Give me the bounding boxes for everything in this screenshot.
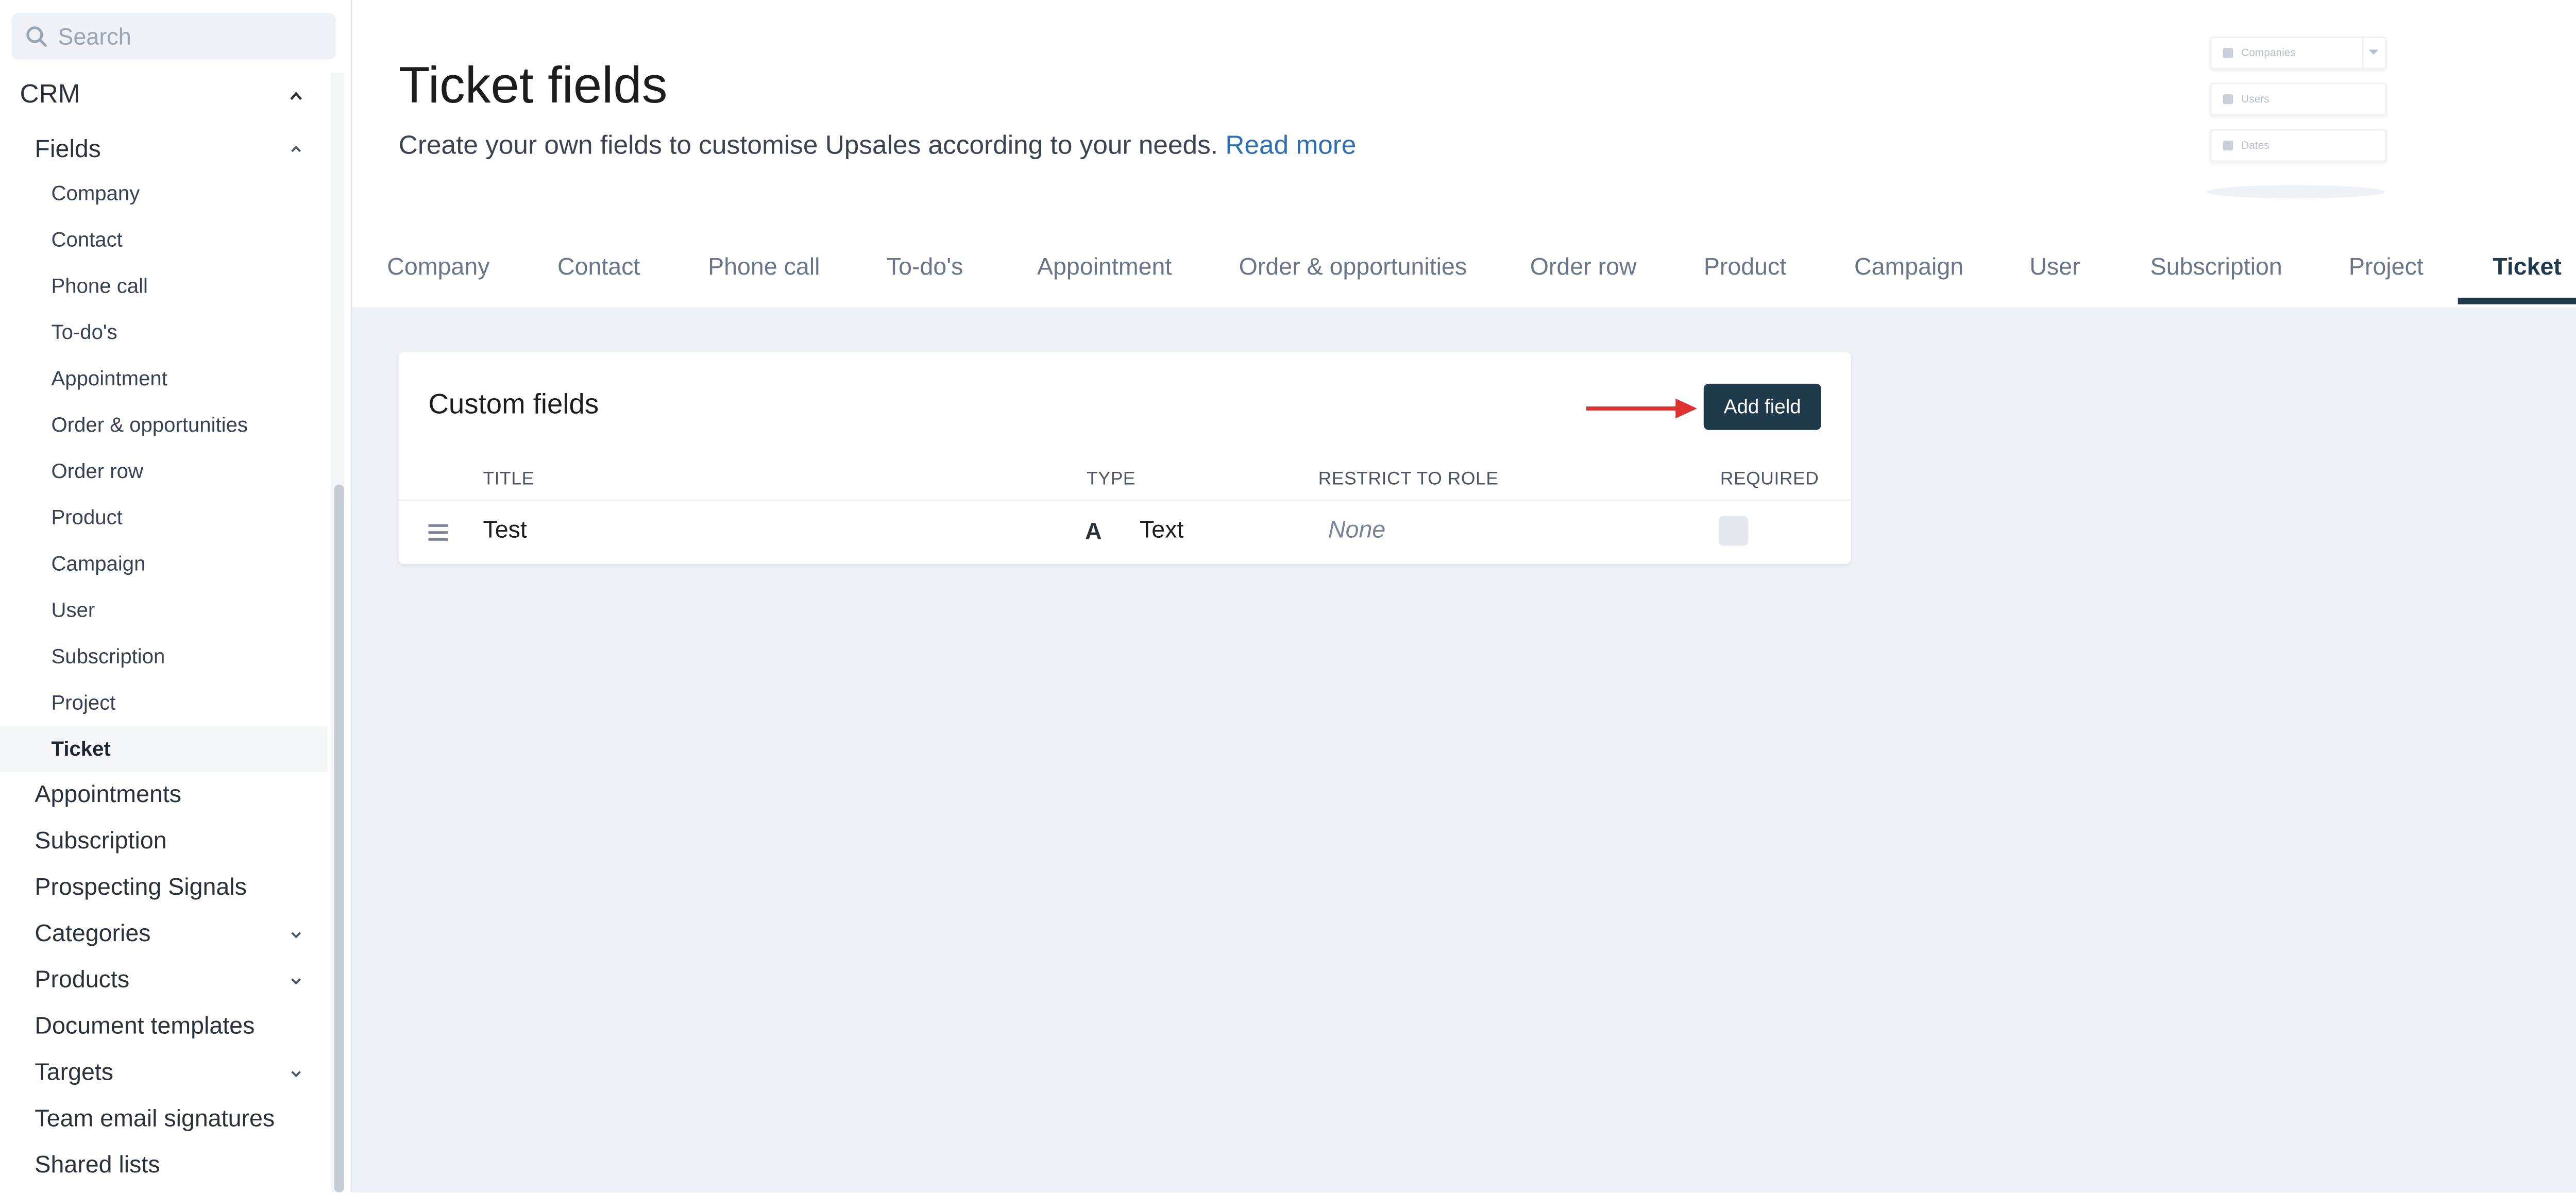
sidebar-scrollbar-thumb[interactable]	[334, 484, 344, 1192]
sidebar-item-label: Appointments	[35, 782, 182, 809]
tab-company[interactable]: Company	[387, 231, 489, 304]
sidebar-item-appointments[interactable]: Appointments	[0, 772, 324, 819]
field-title[interactable]: Test	[483, 518, 527, 544]
sidebar-item-subscription[interactable]: Subscription	[0, 634, 328, 680]
tab-appointment[interactable]: Appointment	[1037, 231, 1172, 304]
field-role[interactable]: None	[1328, 518, 1385, 544]
sidebar-item-company[interactable]: Company	[0, 171, 328, 217]
sidebar-item-user[interactable]: User	[0, 587, 328, 634]
custom-fields-card: Custom fields Add field TITLE TYPE RESTR…	[398, 352, 1851, 564]
illustration-shadow	[2206, 185, 2385, 199]
fields-illustration: Companies Users Dates	[2206, 30, 2388, 202]
table-divider	[398, 499, 1851, 501]
sidebar-item-contact[interactable]: Contact	[0, 217, 328, 263]
read-more-link[interactable]: Read more	[1225, 132, 1356, 161]
column-header-required[interactable]: REQUIRED	[1720, 470, 1819, 490]
page-header: Ticket fields Create your own fields to …	[352, 0, 2576, 310]
sidebar-item-products[interactable]: Products	[0, 958, 324, 1004]
sidebar-item-subscription-settings[interactable]: Subscription	[0, 819, 324, 865]
search-input[interactable]: Search	[11, 13, 336, 60]
tab-campaign[interactable]: Campaign	[1854, 231, 1963, 304]
drag-handle-icon[interactable]	[428, 524, 449, 541]
sidebar-item-ticket[interactable]: Ticket	[0, 726, 328, 773]
page-title: Ticket fields	[398, 56, 668, 114]
divider	[2362, 38, 2364, 68]
custom-fields-title: Custom fields	[428, 388, 599, 420]
illustration-label: Users	[2241, 93, 2269, 105]
text-type-icon: A	[1085, 517, 1102, 544]
tab-phone-call[interactable]: Phone call	[708, 231, 820, 304]
tab-todos[interactable]: To-do's	[887, 231, 963, 304]
search-icon	[26, 26, 47, 47]
tab-user[interactable]: User	[2029, 231, 2080, 304]
illustration-row: Companies	[2210, 36, 2387, 70]
chevron-up-icon	[290, 91, 302, 100]
chevron-down-icon	[291, 1071, 301, 1078]
column-header-restrict-to-role[interactable]: RESTRICT TO ROLE	[1318, 470, 1499, 490]
sidebar-item-order-opportunities[interactable]: Order & opportunities	[0, 402, 328, 448]
sidebar-item-label: Team email signatures	[35, 1106, 275, 1133]
add-field-button[interactable]: Add field	[1703, 383, 1821, 430]
chevron-up-icon	[291, 146, 301, 152]
sidebar-item-crm[interactable]: CRM	[0, 73, 324, 119]
sidebar-item-categories[interactable]: Categories	[0, 911, 324, 958]
field-type-tabs: Company Contact Phone call To-do's Appoi…	[352, 231, 2576, 308]
column-header-type[interactable]: TYPE	[1087, 470, 1136, 490]
page-description: Create your own fields to customise Upsa…	[399, 132, 1357, 162]
chevron-down-icon	[291, 932, 301, 939]
tab-ticket[interactable]: Ticket	[2493, 231, 2562, 304]
sidebar-item-project[interactable]: Project	[0, 680, 328, 726]
sidebar: Search CRM Fields Company Contact Phone …	[0, 0, 352, 1192]
sidebar-item-document-templates[interactable]: Document templates	[0, 1004, 324, 1050]
arrow-right-icon	[1586, 398, 1697, 419]
sidebar-item-label: Products	[35, 967, 130, 994]
caret-down-icon	[2368, 49, 2379, 55]
page-description-text: Create your own fields to customise Upsa…	[398, 132, 1218, 161]
sidebar-item-phone-call[interactable]: Phone call	[0, 263, 328, 309]
field-type: Text	[1140, 517, 1184, 544]
sidebar-item-label: Subscription	[35, 828, 167, 855]
tab-contact[interactable]: Contact	[557, 231, 640, 304]
tab-project[interactable]: Project	[2349, 231, 2424, 304]
tab-order-row[interactable]: Order row	[1530, 231, 1637, 304]
column-header-title[interactable]: TITLE	[483, 470, 534, 490]
illustration-label: Companies	[2241, 47, 2296, 59]
building-icon	[2223, 48, 2233, 58]
chevron-down-icon	[291, 978, 301, 985]
user-icon	[2223, 94, 2233, 105]
sidebar-item-campaign[interactable]: Campaign	[0, 541, 328, 587]
sidebar-item-appointment[interactable]: Appointment	[0, 355, 328, 402]
sidebar-item-fields[interactable]: Fields	[0, 126, 324, 172]
sidebar-item-team-email-signatures[interactable]: Team email signatures	[0, 1097, 324, 1143]
sidebar-item-product[interactable]: Product	[0, 495, 328, 541]
tab-subscription[interactable]: Subscription	[2150, 231, 2282, 304]
sidebar-item-prospecting-signals[interactable]: Prospecting Signals	[0, 865, 324, 911]
illustration-row: Users	[2210, 82, 2387, 116]
sidebar-item-label: Document templates	[35, 1014, 255, 1041]
tab-product[interactable]: Product	[1704, 231, 1786, 304]
sidebar-item-order-row[interactable]: Order row	[0, 448, 328, 495]
main-content: Custom fields Add field TITLE TYPE RESTR…	[352, 308, 2576, 1192]
sidebar-item-label: Prospecting Signals	[35, 875, 247, 901]
search-placeholder: Search	[58, 23, 131, 50]
sidebar-item-targets[interactable]: Targets	[0, 1050, 324, 1097]
required-checkbox[interactable]	[1718, 516, 1749, 546]
active-tab-indicator	[2458, 297, 2576, 304]
sidebar-item-label: CRM	[20, 81, 80, 109]
illustration-label: Dates	[2241, 140, 2269, 151]
sidebar-item-label: Targets	[35, 1060, 114, 1087]
tab-order-opportunities[interactable]: Order & opportunities	[1239, 231, 1467, 304]
sidebar-item-label: Shared lists	[35, 1152, 160, 1180]
sidebar-item-label: Categories	[35, 921, 151, 948]
sidebar-item-label: Fields	[35, 134, 101, 163]
sidebar-item-shared-lists[interactable]: Shared lists	[0, 1143, 324, 1189]
illustration-row: Dates	[2210, 129, 2387, 162]
sidebar-item-todos[interactable]: To-do's	[0, 309, 328, 355]
calendar-icon	[2223, 140, 2233, 151]
